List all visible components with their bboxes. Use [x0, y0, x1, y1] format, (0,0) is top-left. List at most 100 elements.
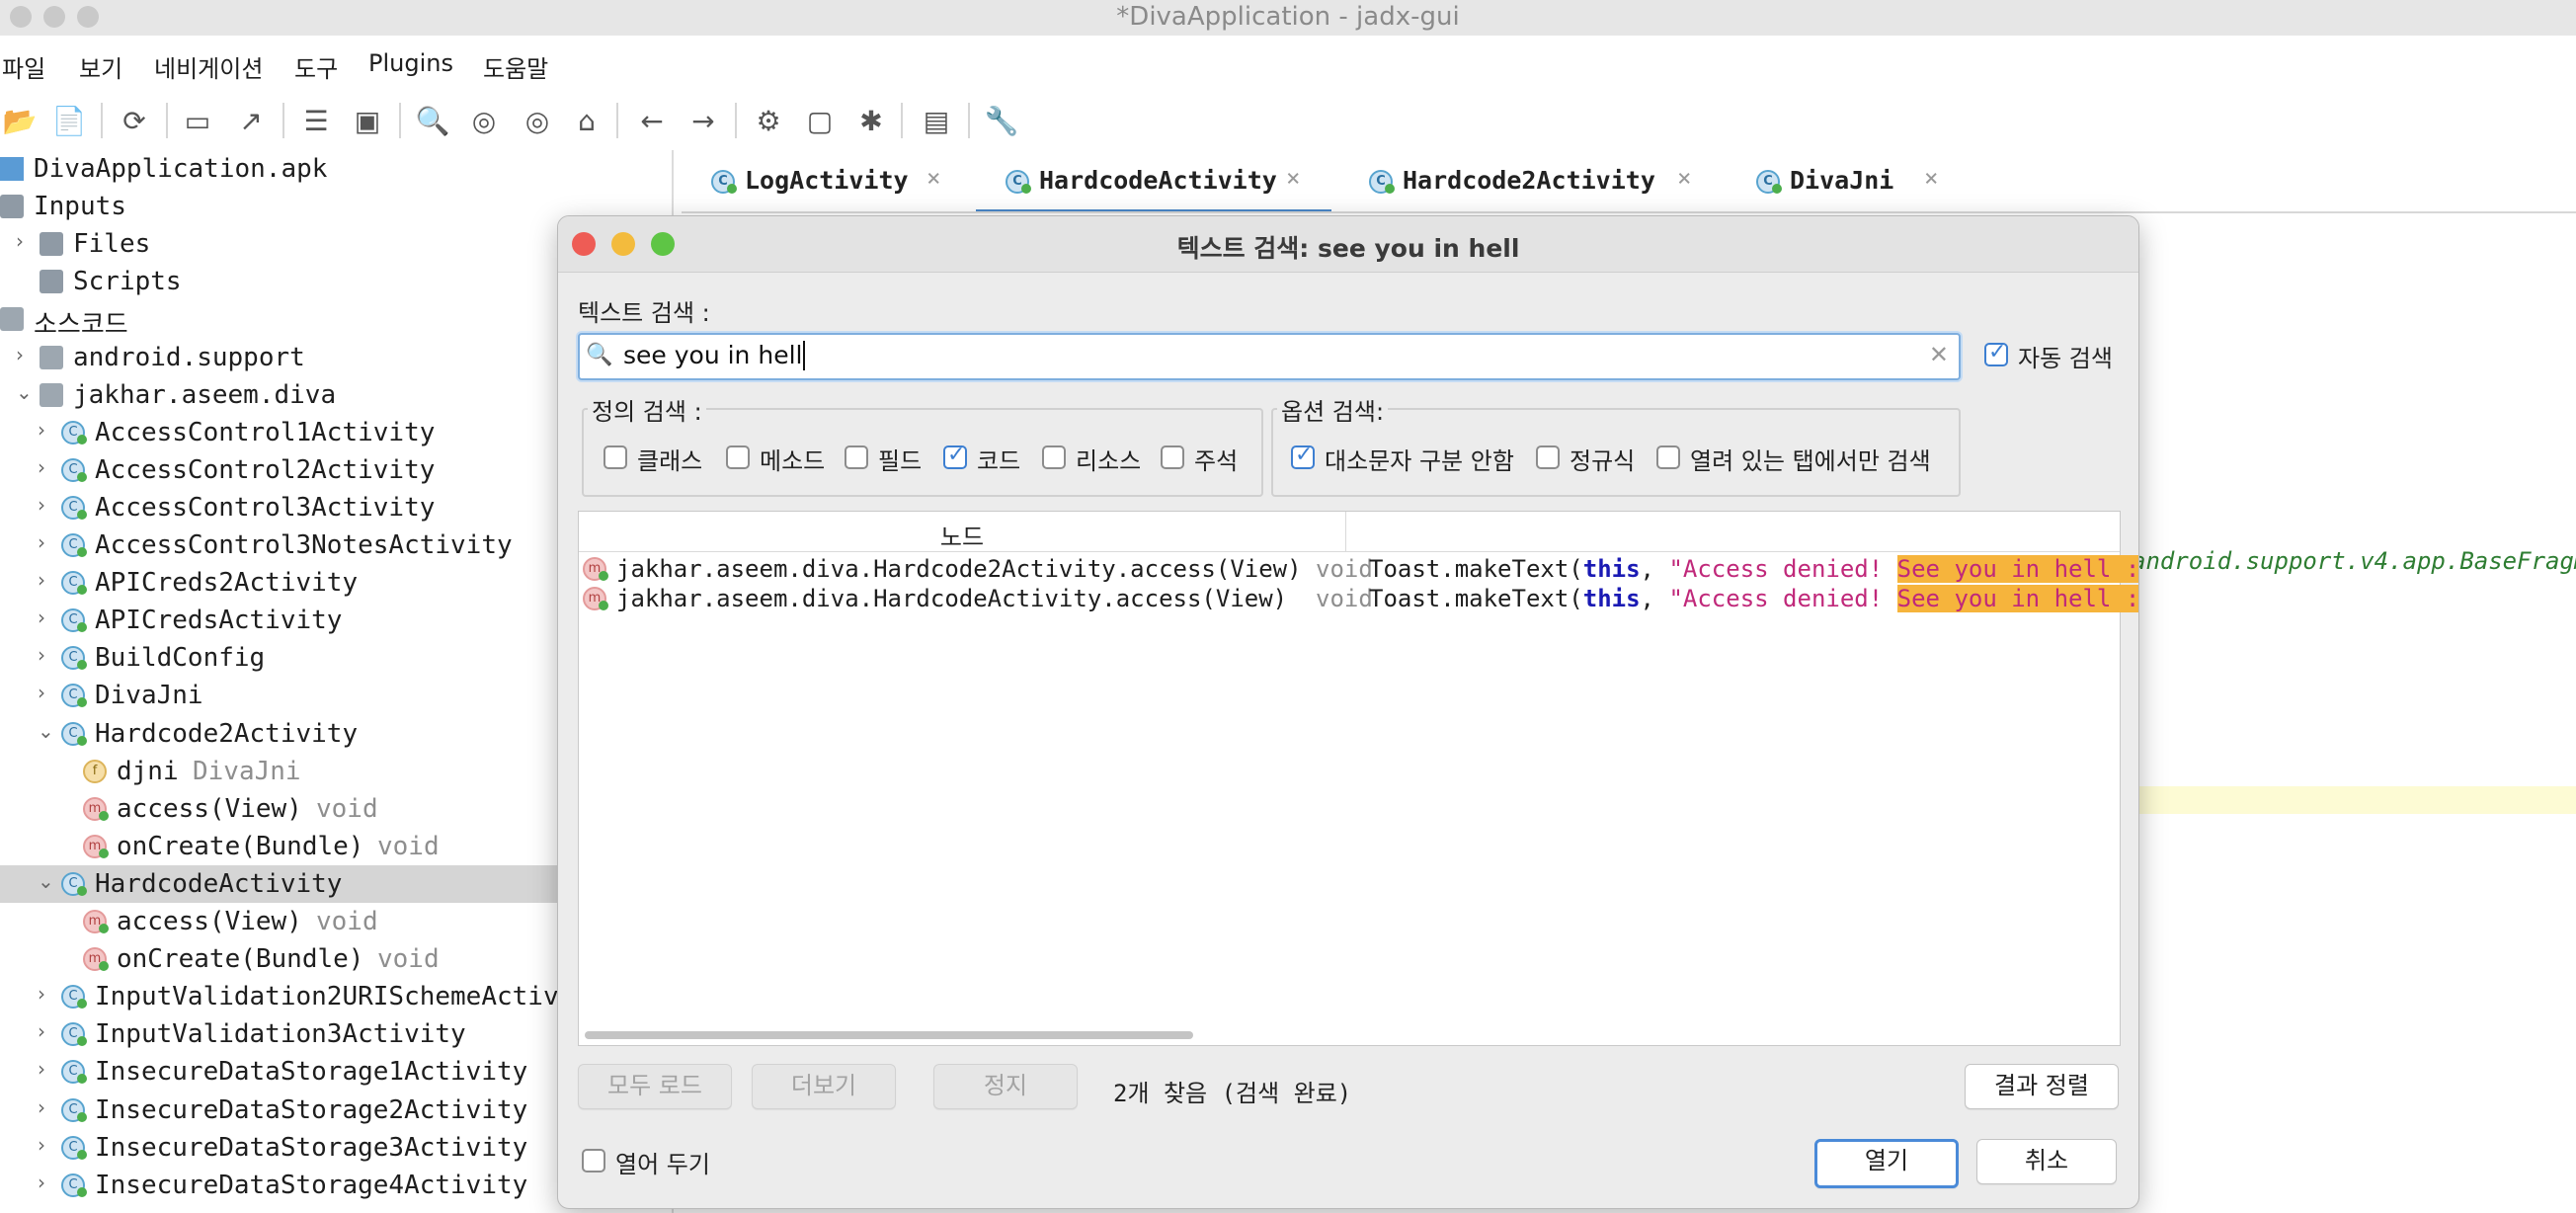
keep-open-checkbox[interactable]: [582, 1149, 605, 1173]
close-tab-icon[interactable]: ×: [1924, 164, 1938, 192]
tab-hardcode-activity[interactable]: C HardcodeActivity ×: [976, 154, 1331, 213]
tree-item-label: InsecureDataStorage4Activity: [95, 1170, 528, 1200]
load-all-button[interactable]: 모두 로드: [578, 1064, 732, 1109]
log-icon[interactable]: ▤: [917, 99, 956, 142]
class-icon: C: [711, 170, 737, 194]
match-highlight: See you in hell :: [1896, 555, 2139, 583]
auto-search-checkbox[interactable]: [1984, 340, 2008, 366]
home-icon[interactable]: ⌂: [567, 99, 606, 142]
add-files-icon[interactable]: 📄: [49, 99, 89, 142]
flatten-icon[interactable]: ☰: [296, 99, 336, 142]
result-node: jakhar.aseem.diva.HardcodeActivity.acces…: [616, 585, 1288, 612]
search-label: 텍스트 검색 :: [578, 299, 710, 327]
back-arrow-icon[interactable]: ←: [632, 99, 672, 142]
chevron-right-icon[interactable]: ›: [38, 1095, 45, 1119]
open-file-icon[interactable]: 📂: [0, 99, 40, 142]
class-icon: C: [61, 608, 87, 633]
search-icon[interactable]: 🔍: [413, 99, 452, 142]
close-tab-icon[interactable]: ×: [926, 164, 940, 192]
auto-search-label: 자동 검색: [2018, 345, 2113, 372]
menu-tools[interactable]: 도구: [294, 49, 338, 84]
tree-item-label: AccessControl1Activity: [95, 417, 436, 447]
chevron-right-icon[interactable]: ›: [38, 530, 45, 554]
deobfuscation-icon[interactable]: ⚙: [749, 99, 788, 142]
class-checkbox[interactable]: [604, 445, 627, 469]
menu-bar: 파일 보기 네비게이션 도구 Plugins 도움말: [0, 36, 2576, 85]
chevron-down-icon[interactable]: ⌄: [38, 869, 54, 893]
tree-item-label: BuildConfig: [95, 643, 266, 674]
tab-diva-jni[interactable]: C DivaJni ×: [1727, 154, 1964, 209]
tree-item-label: AccessControl2Activity: [95, 454, 436, 485]
resource-checkbox[interactable]: [1042, 445, 1066, 469]
field-option-label: 필드: [878, 447, 923, 475]
chevron-right-icon[interactable]: ›: [38, 681, 45, 704]
code-text: Toast.makeText(: [1369, 555, 1583, 583]
menu-file[interactable]: 파일: [2, 49, 45, 84]
chevron-right-icon[interactable]: ›: [38, 1057, 45, 1081]
chevron-down-icon[interactable]: ⌄: [38, 719, 54, 743]
tree-item-label: onCreate(Bundle): [117, 831, 364, 861]
debug-icon[interactable]: ✱: [851, 99, 891, 142]
menu-plugins[interactable]: Plugins: [368, 49, 453, 77]
quark-icon[interactable]: ▢: [800, 99, 840, 142]
tree-item-label: InsecureDataStorage2Activity: [95, 1094, 528, 1125]
open-tabs-only-checkbox[interactable]: [1656, 445, 1680, 469]
package-icon: [40, 382, 63, 407]
method-checkbox[interactable]: [726, 445, 750, 469]
field-checkbox[interactable]: [845, 445, 868, 469]
sort-results-button[interactable]: 결과 정렬: [1965, 1064, 2119, 1109]
chevron-right-icon[interactable]: ›: [38, 1019, 45, 1043]
package-icon[interactable]: ▣: [348, 99, 387, 142]
export-icon[interactable]: ↗: [231, 99, 271, 142]
node-column-header[interactable]: 노드: [579, 518, 1345, 552]
code-keyword: this: [1582, 585, 1641, 612]
tree-item[interactable]: DivaApplication.apk: [0, 150, 672, 188]
ignore-case-checkbox[interactable]: [1291, 443, 1315, 469]
chevron-right-icon[interactable]: ›: [16, 343, 24, 366]
comment-checkbox[interactable]: [1161, 445, 1184, 469]
find-usage-icon[interactable]: ◎: [518, 99, 557, 142]
chevron-right-icon[interactable]: ›: [38, 1171, 45, 1194]
clear-search-icon[interactable]: ✕: [1929, 341, 1949, 368]
toolbar-separator: [735, 103, 737, 138]
dialog-titlebar: 텍스트 검색: see you in hell: [558, 216, 2138, 273]
search-icon[interactable]: 🔍: [586, 343, 612, 367]
stop-button[interactable]: 정지: [933, 1064, 1078, 1109]
close-tab-icon[interactable]: ×: [1677, 164, 1691, 192]
forward-arrow-icon[interactable]: →: [684, 99, 723, 142]
sync-icon[interactable]: ⟳: [115, 99, 154, 142]
tree-item-label: APICreds2Activity: [95, 568, 359, 599]
close-tab-icon[interactable]: ×: [1286, 164, 1300, 192]
tab-hardcode2-activity[interactable]: C Hardcode2Activity ×: [1339, 154, 1705, 209]
toolbar-separator: [282, 103, 284, 138]
chevron-right-icon[interactable]: ›: [38, 643, 45, 667]
horizontal-scrollbar[interactable]: [585, 1031, 1193, 1039]
open-button[interactable]: 열기: [1814, 1139, 1959, 1188]
chevron-right-icon[interactable]: ›: [38, 455, 45, 479]
result-row[interactable]: m jakhar.aseem.diva.HardcodeActivity.acc…: [579, 585, 2138, 614]
chevron-right-icon[interactable]: ›: [16, 229, 24, 253]
chevron-down-icon[interactable]: ⌄: [16, 380, 33, 404]
chevron-right-icon[interactable]: ›: [38, 493, 45, 517]
search-input[interactable]: 🔍 see you in hell ✕: [578, 333, 1961, 380]
chevron-right-icon[interactable]: ›: [38, 568, 45, 592]
find-class-icon[interactable]: ◎: [464, 99, 504, 142]
save-icon[interactable]: ▭: [178, 99, 217, 142]
chevron-right-icon[interactable]: ›: [38, 1133, 45, 1157]
search-options-title: 옵션 검색:: [1277, 392, 1389, 427]
menu-navigation[interactable]: 네비게이션: [154, 49, 263, 84]
regex-checkbox[interactable]: [1536, 445, 1560, 469]
result-row[interactable]: m jakhar.aseem.diva.Hardcode2Activity.ac…: [579, 555, 2138, 585]
tab-log-activity[interactable]: C LogActivity ×: [682, 154, 968, 209]
chevron-right-icon[interactable]: ›: [38, 982, 45, 1006]
load-more-button[interactable]: 더보기: [752, 1064, 896, 1109]
chevron-right-icon[interactable]: ›: [38, 606, 45, 629]
window-titlebar: *DivaApplication - jadx-gui: [0, 0, 2576, 36]
menu-help[interactable]: 도움말: [483, 49, 548, 84]
code-checkbox[interactable]: [943, 443, 967, 469]
preferences-icon[interactable]: 🔧: [982, 99, 1021, 142]
chevron-right-icon[interactable]: ›: [38, 418, 45, 442]
column-divider[interactable]: [1345, 512, 1346, 551]
cancel-button[interactable]: 취소: [1976, 1139, 2117, 1184]
menu-view[interactable]: 보기: [79, 49, 122, 84]
